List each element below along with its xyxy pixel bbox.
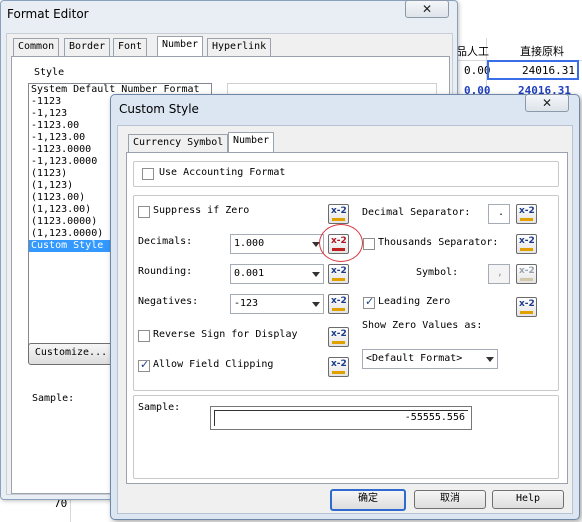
allow-clipping-label: Allow Field Clipping [153, 359, 274, 370]
sample-group: Sample: -55555.556 [133, 395, 559, 479]
rounding-dropdown[interactable]: 0.001 [230, 264, 324, 284]
decimal-separator-field[interactable]: . [488, 204, 510, 224]
formula-icon: x-2 [331, 266, 347, 276]
decimal-separator-formula-button[interactable]: x-2 [516, 204, 537, 224]
decimal-separator-label: Decimal Separator: [362, 207, 471, 218]
close-button[interactable]: ✕ [525, 94, 569, 112]
use-accounting-checkbox[interactable] [142, 168, 154, 180]
formula-icon-bar [520, 311, 533, 314]
formula-icon: x-2 [519, 236, 535, 246]
window-title: Format Editor [7, 7, 89, 21]
reverse-sign-checkbox[interactable] [138, 330, 150, 342]
formula-icon: x-2 [519, 206, 535, 216]
options-group: Suppress if Zero x-2 Decimal Separator: … [133, 195, 559, 391]
suppress-zero-formula-button[interactable]: x-2 [328, 204, 349, 224]
negatives-dropdown[interactable]: -123 [230, 294, 324, 314]
formula-icon: x-2 [331, 359, 347, 369]
tab-border[interactable]: Border [64, 38, 111, 57]
formula-icon-bar [332, 278, 345, 281]
symbol-formula-button[interactable]: x-2 [516, 264, 537, 284]
use-accounting-label: Use Accounting Format [159, 167, 286, 178]
custom-style-dialog: Custom Style ✕ Currency Symbol Number Us… [110, 94, 580, 520]
formula-icon: x-2 [331, 296, 347, 306]
annotation-circle [319, 224, 363, 262]
show-zero-label: Show Zero Values as: [362, 320, 483, 331]
decimals-dropdown[interactable]: 1.000 [230, 234, 324, 254]
thousands-separator-formula-button[interactable]: x-2 [516, 234, 537, 254]
rounding-label: Rounding: [138, 266, 193, 277]
negatives-value: -123 [234, 298, 259, 309]
help-button[interactable]: Help [492, 490, 564, 509]
chevron-down-icon [312, 302, 320, 307]
cancel-button[interactable]: 取消 [414, 490, 486, 509]
ok-button[interactable]: 确定 [330, 489, 406, 511]
formula-icon: x-2 [331, 206, 347, 216]
show-zero-value: <Default Format> [366, 353, 463, 364]
tab-number[interactable]: Number [228, 132, 275, 153]
tab-number[interactable]: Number [157, 36, 204, 57]
decimal-separator-value: . [498, 207, 505, 218]
tab-common[interactable]: Common [13, 38, 60, 57]
thousands-separator-checkbox[interactable] [363, 238, 375, 250]
sheet-header-cell: 直接原料 [520, 45, 564, 58]
dialog-title: Custom Style [119, 102, 199, 116]
formula-icon-bar [332, 218, 345, 221]
tab-font[interactable]: Font [113, 38, 148, 57]
sample-value: -55555.556 [404, 412, 465, 423]
formula-icon-bar [520, 248, 533, 251]
rounding-formula-button[interactable]: x-2 [328, 264, 349, 284]
formula-icon-bar [520, 218, 533, 221]
suppress-zero-checkbox[interactable] [138, 206, 150, 218]
accounting-group: Use Accounting Format [133, 161, 559, 187]
reverse-sign-label: Reverse Sign for Display [153, 329, 298, 340]
formula-icon: x-2 [519, 299, 535, 309]
sheet-cell[interactable]: 24016.31 [522, 64, 575, 77]
sheet-header-cell: 品人工 [456, 45, 489, 58]
leading-zero-label: Leading Zero [378, 296, 451, 307]
sample-label: Sample: [32, 393, 75, 404]
chevron-down-icon [312, 272, 320, 277]
chevron-down-icon [486, 357, 494, 362]
symbol-label: Symbol: [416, 267, 459, 278]
decimals-value: 1.000 [234, 238, 265, 249]
suppress-zero-label: Suppress if Zero [153, 205, 250, 216]
tab-currency-symbol[interactable]: Currency Symbol [128, 134, 229, 153]
negatives-label: Negatives: [138, 296, 199, 307]
thousands-separator-label: Thousands Separator: [378, 237, 499, 248]
formula-icon: x-2 [519, 266, 535, 276]
tab-hyperlink[interactable]: Hyperlink [207, 38, 272, 57]
leading-zero-checkbox[interactable] [363, 295, 375, 309]
leading-zero-formula-button[interactable]: x-2 [516, 297, 537, 317]
decimals-label: Decimals: [138, 236, 193, 247]
negatives-formula-button[interactable]: x-2 [328, 294, 349, 314]
allow-clipping-checkbox[interactable] [138, 358, 150, 372]
formula-icon: x-2 [331, 329, 347, 339]
formula-icon-bar [332, 308, 345, 311]
sample-display: -55555.556 [210, 406, 472, 430]
sample-label: Sample: [138, 402, 181, 413]
formula-icon-bar [520, 278, 533, 281]
symbol-value: , [497, 267, 504, 278]
style-label: Style [34, 67, 65, 78]
formula-icon-bar [332, 371, 345, 374]
reverse-sign-formula-button[interactable]: x-2 [328, 327, 349, 347]
symbol-field[interactable]: , [488, 264, 510, 284]
allow-clipping-formula-button[interactable]: x-2 [328, 357, 349, 377]
rounding-value: 0.001 [234, 268, 265, 279]
formula-icon-bar [332, 341, 345, 344]
customize-button[interactable]: Customize... [28, 343, 114, 365]
custom-style-body: Currency Symbol Number Use Accounting Fo… [117, 125, 573, 514]
close-button[interactable]: ✕ [405, 0, 449, 18]
number-panel: Use Accounting Format Suppress if Zero x… [126, 152, 568, 484]
show-zero-dropdown[interactable]: <Default Format> [362, 349, 498, 369]
